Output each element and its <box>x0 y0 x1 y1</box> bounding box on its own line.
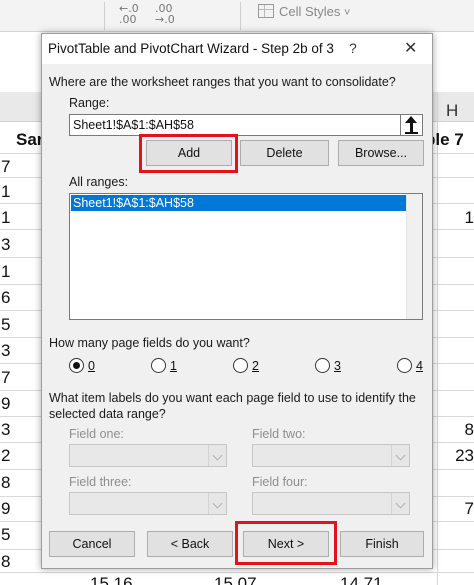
increase-decimal-icon[interactable]: .00 →.0 <box>155 3 175 25</box>
chevron-down-icon <box>208 493 226 514</box>
item-labels-question-line2: selected data range? <box>49 407 166 421</box>
chevron-down-icon: ˅ <box>344 7 351 19</box>
cell-value[interactable]: 1 <box>465 209 474 226</box>
cell-value[interactable]: 3 <box>1 342 10 359</box>
field-four-label: Field four: <box>252 475 308 489</box>
column-header-h[interactable]: H <box>446 101 458 121</box>
page-fields-radio-label-1: 1 <box>170 359 177 373</box>
field-one-combo[interactable] <box>69 444 227 467</box>
page-fields-radio-3[interactable] <box>315 358 330 373</box>
cell-value[interactable]: 9 <box>1 500 10 517</box>
ribbon-separator <box>104 2 105 30</box>
finish-button[interactable]: Finish <box>340 531 424 557</box>
cell-value[interactable]: 9 <box>1 395 10 412</box>
list-item[interactable]: Sheet1!$A$1:$AH$58 <box>71 195 407 211</box>
all-ranges-label: All ranges: <box>69 175 129 189</box>
field-two-combo[interactable] <box>252 444 410 467</box>
cell-styles-label: Cell Styles <box>279 4 341 19</box>
cell-styles-button[interactable]: Cell Styles ˅ <box>258 4 350 19</box>
field-one-label: Field one: <box>69 427 124 441</box>
cell-value[interactable]: 8 <box>1 553 10 570</box>
ribbon-separator <box>240 2 241 30</box>
cell-value[interactable]: 3 <box>1 421 10 438</box>
cell-value[interactable]: 23 <box>455 447 474 464</box>
add-button-highlight <box>139 134 238 173</box>
cell-styles-icon <box>258 4 274 18</box>
back-button[interactable]: < Back <box>147 531 233 557</box>
consolidate-question: Where are the worksheet ranges that you … <box>49 75 396 89</box>
cell-value[interactable]: 2 <box>1 447 10 464</box>
field-two-label: Field two: <box>252 427 306 441</box>
cell-value[interactable]: 5 <box>1 526 10 543</box>
cell-value[interactable]: 7 <box>1 158 10 175</box>
page-fields-radio-label-0: 0 <box>88 359 95 373</box>
row-gridline <box>0 572 474 573</box>
cell-value[interactable]: 7 <box>465 500 474 517</box>
close-button[interactable]: ✕ <box>404 38 417 57</box>
help-button[interactable]: ? <box>349 40 357 56</box>
chevron-down-icon <box>391 445 409 466</box>
cell-value[interactable]: 5 <box>1 316 10 333</box>
chevron-down-icon <box>391 493 409 514</box>
cell-value[interactable]: 8 <box>1 474 10 491</box>
cell-value[interactable]: 3 <box>1 236 10 253</box>
cell-value[interactable]: 1 <box>1 209 10 226</box>
cancel-button[interactable]: Cancel <box>49 531 135 557</box>
page-fields-radio-1[interactable] <box>151 358 166 373</box>
cell-value[interactable]: 8 <box>465 421 474 438</box>
range-input[interactable]: Sheet1!$A$1:$AH$58 <box>69 114 401 136</box>
page-fields-radio-2[interactable] <box>233 358 248 373</box>
browse-button[interactable]: Browse... <box>338 140 424 166</box>
item-labels-question-line1: What item labels do you want each page f… <box>49 391 416 405</box>
all-ranges-list[interactable]: Sheet1!$A$1:$AH$58 <box>69 193 423 320</box>
collapse-dialog-button[interactable] <box>400 114 423 136</box>
decrease-decimal-icon[interactable]: ←.0 .00 <box>119 3 139 25</box>
page-fields-radio-label-4: 4 <box>416 359 423 373</box>
range-label: Range: <box>69 96 110 110</box>
field-three-label: Field three: <box>69 475 132 489</box>
delete-button[interactable]: Delete <box>240 140 329 166</box>
cell-value[interactable]: 7 <box>1 369 10 386</box>
column-gridline <box>437 92 438 585</box>
pivot-wizard-dialog: PivotTable and PivotChart Wizard - Step … <box>41 33 433 569</box>
cell-value[interactable]: 15.07 <box>214 575 257 585</box>
cell-value[interactable]: 15.16 <box>90 575 133 585</box>
page-fields-radio-label-3: 3 <box>334 359 341 373</box>
field-three-combo[interactable] <box>69 492 227 515</box>
dialog-titlebar[interactable]: PivotTable and PivotChart Wizard - Step … <box>42 34 432 64</box>
next-button-highlight <box>235 521 337 565</box>
field-four-combo[interactable] <box>252 492 410 515</box>
page-fields-radio-0[interactable] <box>69 358 84 373</box>
excel-ribbon: ←.0 .00 .00 →.0 Cell Styles ˅ <box>0 0 474 32</box>
up-arrow-base <box>405 132 418 134</box>
page-fields-question: How many page fields do you want? <box>49 336 250 350</box>
page-fields-radio-label-2: 2 <box>252 359 259 373</box>
cell-value[interactable]: 14.71 <box>340 575 383 585</box>
cell-value[interactable]: 1 <box>1 263 10 280</box>
up-arrow-shaft <box>410 121 413 132</box>
dialog-title: PivotTable and PivotChart Wizard - Step … <box>48 41 334 56</box>
header-cell-left[interactable]: Sar <box>16 131 43 149</box>
list-scrollbar[interactable] <box>406 194 422 319</box>
chevron-down-icon <box>208 445 226 466</box>
page-fields-radio-4[interactable] <box>397 358 412 373</box>
cell-value[interactable]: 6 <box>1 289 10 306</box>
cell-value[interactable]: 1 <box>1 183 10 200</box>
